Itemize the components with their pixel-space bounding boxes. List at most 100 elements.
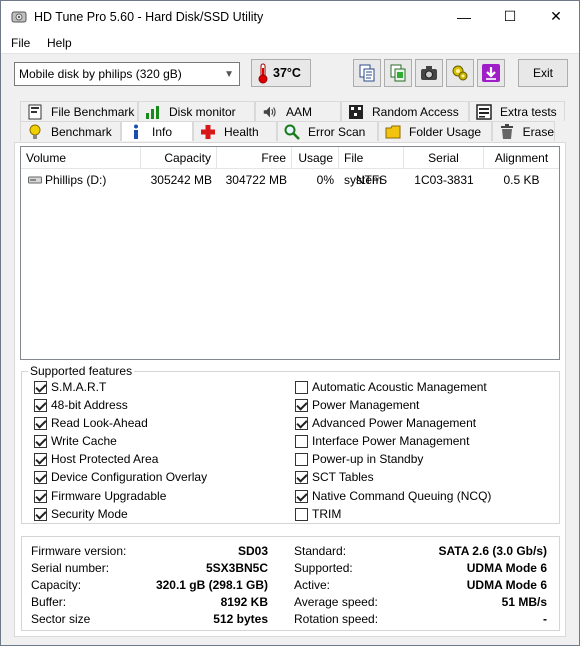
drive-select-value: Mobile disk by philips (320 gB) (19, 67, 182, 81)
feature-write-cache[interactable]: Write Cache (34, 433, 117, 449)
temperature-value: 37°C (273, 66, 301, 80)
feature-sct-tables[interactable]: SCT Tables (295, 469, 374, 485)
feature-label: Host Protected Area (51, 452, 159, 466)
close-button[interactable]: ✕ (533, 1, 579, 32)
feature-automatic-acoustic-management[interactable]: Automatic Acoustic Management (295, 379, 487, 395)
checkbox[interactable] (34, 416, 47, 430)
feature-host-protected-area[interactable]: Host Protected Area (34, 451, 158, 467)
tab-file-benchmark[interactable]: File Benchmark (20, 101, 138, 121)
column-header-free[interactable]: Free (217, 147, 292, 169)
feature-read-look-ahead[interactable]: Read Look-Ahead (34, 415, 148, 431)
checkbox[interactable] (34, 398, 47, 412)
checkbox[interactable] (295, 416, 308, 430)
screenshot-button[interactable] (415, 59, 443, 87)
feature-ncq[interactable]: Native Command Queuing (NCQ) (295, 488, 491, 504)
tab-disk-monitor[interactable]: Disk monitor (138, 101, 255, 121)
checkbox[interactable] (34, 380, 47, 394)
tabs-row-top: File Benchmark Disk monitor AAM Random A… (20, 101, 565, 121)
copy-info-icon (390, 64, 406, 82)
tab-error-scan[interactable]: Error Scan (277, 121, 378, 141)
checkbox[interactable] (295, 398, 308, 412)
supported-features-group: Supported features S.M.A.R.T 48-bit Addr… (21, 364, 560, 524)
checkbox[interactable] (295, 452, 308, 466)
feature-power-up-in-standby[interactable]: Power-up in Standby (295, 451, 423, 467)
checkbox[interactable] (295, 380, 308, 394)
column-header-capacity[interactable]: Capacity (141, 147, 217, 169)
column-header-volume[interactable]: Volume (21, 147, 141, 169)
tab-label: Erase (522, 124, 554, 139)
supported-mode-value: UDMA Mode 6 (466, 561, 547, 575)
feature-48bit-address[interactable]: 48-bit Address (34, 397, 128, 413)
tab-info[interactable]: Info (121, 121, 193, 141)
tab-random-access[interactable]: Random Access (341, 101, 469, 121)
checkbox[interactable] (34, 452, 47, 466)
checkbox[interactable] (295, 470, 308, 484)
capacity-value: 320.1 gB (298.1 GB) (155, 578, 268, 592)
window-title: HD Tune Pro 5.60 - Hard Disk/SSD Utility (34, 10, 264, 24)
column-header-file-system[interactable]: File system (339, 147, 404, 187)
tab-label: Info (152, 124, 173, 139)
copy-text-button[interactable] (353, 59, 381, 87)
buffer-label: Buffer: (31, 595, 67, 609)
drive-select[interactable]: Mobile disk by philips (320 gB) ▼ (14, 62, 240, 86)
checkbox[interactable] (295, 507, 308, 521)
tab-folder-usage[interactable]: Folder Usage (378, 121, 492, 141)
feature-smart[interactable]: S.M.A.R.T (34, 379, 106, 395)
exit-button[interactable]: Exit (518, 59, 568, 87)
info-icon (128, 124, 144, 140)
rotation-speed-label: Rotation speed: (294, 612, 379, 626)
tab-health[interactable]: Health (193, 121, 277, 141)
column-header-alignment[interactable]: Alignment (484, 147, 559, 169)
feature-label: SCT Tables (312, 470, 374, 484)
standard-label: Standard: (294, 544, 347, 558)
serial-number-label: Serial number: (31, 561, 110, 575)
checkbox[interactable] (295, 489, 308, 503)
serial-number-value: 5SX3BN5C (205, 561, 268, 575)
feature-advanced-power-management[interactable]: Advanced Power Management (295, 415, 476, 431)
tab-label: Random Access (372, 104, 459, 119)
checkbox[interactable] (34, 434, 47, 448)
benchmark-icon (27, 124, 43, 140)
firmware-version-label: Firmware version: (31, 544, 127, 558)
feature-label: Device Configuration Overlay (51, 470, 208, 484)
supported-mode-label: Supported: (294, 561, 353, 575)
temperature-display[interactable]: 37°C (251, 59, 311, 87)
erase-icon (499, 123, 515, 140)
active-mode-label: Active: (294, 578, 331, 592)
sector-size-label: Sector size (31, 612, 91, 626)
tab-label: Extra tests (500, 104, 557, 119)
checkbox[interactable] (34, 489, 47, 503)
checkbox[interactable] (34, 507, 47, 521)
feature-power-management[interactable]: Power Management (295, 397, 419, 413)
tab-benchmark[interactable]: Benchmark (20, 121, 121, 141)
checkbox[interactable] (295, 434, 308, 448)
feature-security-mode[interactable]: Security Mode (34, 506, 128, 522)
minimize-button[interactable]: — (441, 1, 487, 32)
sector-size-value: 512 bytes (213, 612, 268, 626)
chevron-down-icon: ▼ (224, 69, 234, 80)
serial-cell: 1C03-3831 (414, 173, 474, 187)
options-button[interactable] (446, 59, 474, 87)
feature-trim[interactable]: TRIM (295, 506, 341, 522)
copy-text-icon (359, 64, 375, 82)
tab-extra-tests[interactable]: Extra tests (469, 101, 565, 121)
feature-firmware-upgradable[interactable]: Firmware Upgradable (34, 488, 166, 504)
menu-bar: File Help (1, 32, 579, 54)
file-system-cell: NTFS (355, 173, 388, 187)
menu-file[interactable]: File (11, 36, 30, 50)
error-scan-icon (284, 124, 300, 140)
feature-interface-power-management[interactable]: Interface Power Management (295, 433, 469, 449)
tab-erase[interactable]: Erase (492, 121, 555, 141)
tab-aam[interactable]: AAM (255, 101, 341, 121)
feature-device-configuration-overlay[interactable]: Device Configuration Overlay (34, 469, 207, 485)
save-button[interactable] (477, 59, 505, 87)
column-header-usage[interactable]: Usage (292, 147, 339, 169)
menu-help[interactable]: Help (47, 36, 72, 50)
checkbox[interactable] (34, 470, 47, 484)
feature-label: Power-up in Standby (312, 452, 424, 466)
title-bar: HD Tune Pro 5.60 - Hard Disk/SSD Utility… (1, 1, 579, 32)
drive-details: Firmware version: SD03 Serial number: 5S… (21, 536, 560, 631)
maximize-button[interactable]: ☐ (487, 1, 533, 32)
copy-info-button[interactable] (384, 59, 412, 87)
column-header-serial[interactable]: Serial (404, 147, 484, 169)
